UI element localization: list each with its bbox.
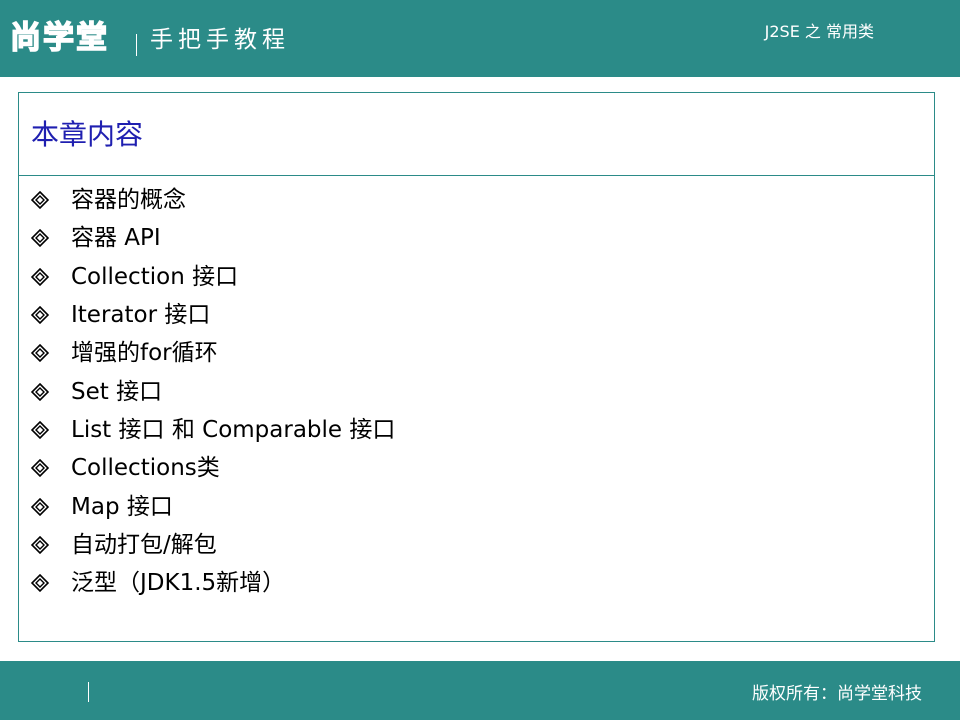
list-item: Map 接口 — [31, 487, 395, 525]
diamond-bullet-icon — [31, 382, 49, 401]
page-title: 本章内容 — [31, 118, 144, 151]
list-item: Set 接口 — [31, 372, 395, 410]
logo: 尚学堂 — [9, 19, 109, 57]
diamond-bullet-icon — [31, 344, 49, 363]
diamond-bullet-icon — [31, 497, 49, 516]
list-item: 自动打包/解包 — [31, 526, 395, 564]
list-item: Collections类 — [31, 449, 395, 487]
footer-band: 版权所有：尚学堂科技 — [0, 661, 960, 720]
list-item-label: Iterator 接口 — [71, 302, 211, 329]
list-item-label: 泛型（JDK1.5新增） — [71, 570, 286, 597]
diamond-bullet-icon — [31, 229, 49, 248]
footer-divider — [88, 682, 89, 702]
list-item: Collection 接口 — [31, 258, 395, 296]
diamond-bullet-icon — [31, 267, 49, 286]
title-divider — [19, 175, 934, 176]
diamond-bullet-icon — [31, 574, 49, 593]
list-item: 泛型（JDK1.5新增） — [31, 564, 395, 602]
diamond-bullet-icon — [31, 306, 49, 325]
tagline: 手把手教程 — [150, 27, 290, 53]
list-item-label: Map 接口 — [71, 493, 173, 520]
copyright-text: 版权所有：尚学堂科技 — [752, 684, 922, 704]
list-item-label: 容器 API — [71, 225, 161, 252]
header-band: 尚学堂 手把手教程 J2SE 之 常用类 — [0, 0, 960, 77]
list-item: Iterator 接口 — [31, 296, 395, 334]
content-frame: 本章内容 容器的概念 容器 API Collection 接口 Iterator… — [18, 92, 935, 642]
diamond-bullet-icon — [31, 459, 49, 478]
diamond-bullet-icon — [31, 535, 49, 554]
list-item-label: List 接口 和 Comparable 接口 — [71, 416, 396, 443]
list-item: 容器 API — [31, 219, 395, 257]
list-item-label: Collection 接口 — [71, 263, 239, 290]
list-item-label: Collections类 — [71, 455, 220, 482]
list-item: List 接口 和 Comparable 接口 — [31, 411, 395, 449]
list-item: 增强的for循环 — [31, 334, 395, 372]
header-divider — [136, 34, 137, 56]
list-item: 容器的概念 — [31, 181, 395, 219]
diamond-bullet-icon — [31, 191, 49, 210]
list-item-label: 增强的for循环 — [71, 340, 218, 367]
course-title: J2SE 之 常用类 — [764, 22, 874, 41]
list-item-label: 容器的概念 — [71, 187, 186, 214]
chapter-list: 容器的概念 容器 API Collection 接口 Iterator 接口 增… — [31, 181, 395, 602]
list-item-label: 自动打包/解包 — [71, 531, 217, 558]
list-item-label: Set 接口 — [71, 378, 163, 405]
diamond-bullet-icon — [31, 420, 49, 439]
